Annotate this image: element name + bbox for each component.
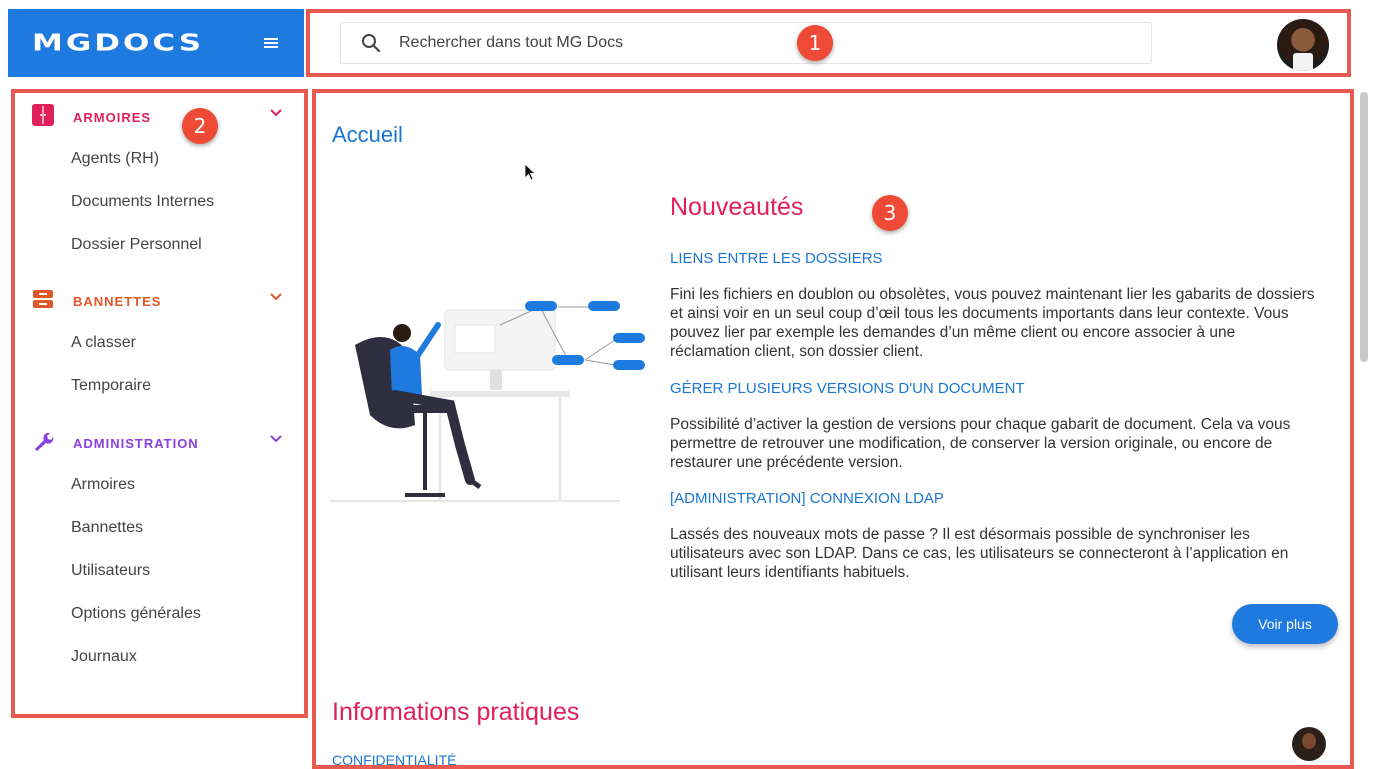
sidebar-item-utilisateurs[interactable]: Utilisateurs (12, 549, 306, 592)
news-item-text: Lassés des nouveaux mots de passe ? Il e… (670, 525, 1346, 582)
news-line: permettre de retrouver une modification,… (670, 435, 1273, 452)
news-item-title[interactable]: LIENS ENTRE LES DOSSIERS (670, 250, 1346, 267)
illustration-person-at-desk (330, 301, 645, 502)
sidebar-section-bannettes[interactable]: BANNETTES (12, 281, 306, 321)
sidebar-section-administration[interactable]: ADMINISTRATION (12, 423, 306, 463)
sidebar-section-armoires[interactable]: ARMOIRES (12, 97, 306, 137)
sidebar-item-documents-internes[interactable]: Documents Internes (12, 180, 306, 223)
annotation-badge-1: 1 (797, 25, 833, 61)
news-item-title[interactable]: [ADMINISTRATION] CONNEXION LDAP (670, 490, 1346, 507)
chevron-down-icon[interactable] (270, 293, 282, 301)
chevron-down-icon[interactable] (270, 435, 282, 443)
sidebar-item-temporaire[interactable]: Temporaire (12, 364, 306, 407)
page-title: Accueil (332, 122, 403, 147)
annotation-badge-2: 2 (182, 108, 218, 144)
news-line: Fini les fichiers en doublon ou obsolète… (670, 286, 1315, 303)
cabinet-icon (32, 104, 54, 126)
sidebar-item-dossier-personnel[interactable]: Dossier Personnel (12, 223, 306, 266)
news-line: restaurer une précédente version. (670, 454, 903, 471)
sidebar-item-journaux[interactable]: Journaux (12, 635, 306, 678)
news-item: GÉRER PLUSIEURS VERSIONS D'UN DOCUMENT P… (670, 380, 1346, 472)
news-line: Possibilité d’activer la gestion de vers… (670, 416, 1291, 433)
sidebar-item-a-classer[interactable]: A classer (12, 321, 306, 364)
chat-avatar-button[interactable] (1292, 727, 1326, 761)
annotation-badge-3: 3 (872, 195, 908, 231)
sidebar-item-armoires[interactable]: Armoires (12, 463, 306, 506)
news-item-text: Fini les fichiers en doublon ou obsolète… (670, 285, 1346, 361)
sidebar-section-label: ADMINISTRATION (73, 435, 199, 451)
news-line: et ainsi voir en un seul coup d’œil tous… (670, 305, 1289, 322)
brand-bar: MGDOCS (8, 9, 304, 77)
hamburger-icon[interactable] (264, 34, 278, 52)
news-item: LIENS ENTRE LES DOSSIERS Fini les fichie… (670, 250, 1346, 361)
search-box[interactable] (340, 22, 1152, 64)
news-line: utilisant leurs identifiants habituels. (670, 564, 910, 581)
news-item-title[interactable]: GÉRER PLUSIEURS VERSIONS D'UN DOCUMENT (670, 380, 1346, 397)
search-icon (362, 34, 381, 53)
news-line: pouvez lier par exemple les demandes d’u… (670, 324, 1236, 341)
news-line: Lassés des nouveaux mots de passe ? Il e… (670, 526, 1250, 543)
confidentialite-link[interactable]: CONFIDENTIALITÉ (332, 752, 456, 768)
sidebar-section-label: BANNETTES (73, 293, 162, 309)
news-line: réclamation client, son dossier client. (670, 343, 924, 360)
user-avatar[interactable] (1277, 19, 1329, 71)
search-input[interactable] (399, 34, 1099, 52)
sidebar-item-options-generales[interactable]: Options générales (12, 592, 306, 635)
news-item-text: Possibilité d’activer la gestion de vers… (670, 415, 1346, 472)
news-line: utilisateurs avec son LDAP. Dans ce cas,… (670, 545, 1289, 562)
sidebar-item-bannettes[interactable]: Bannettes (12, 506, 306, 549)
mgdocs-logo[interactable]: MGDOCS (32, 30, 204, 57)
tray-icon (33, 290, 53, 308)
info-section-title: Informations pratiques (332, 698, 580, 726)
mouse-cursor-icon (524, 163, 536, 181)
news-title: Nouveautés (670, 193, 804, 221)
chevron-down-icon[interactable] (270, 109, 282, 117)
sidebar-item-agents-rh[interactable]: Agents (RH) (12, 137, 306, 180)
news-item: [ADMINISTRATION] CONNEXION LDAP Lassés d… (670, 490, 1346, 582)
main-content: Accueil Nouveautés LIENS ENTRE LES DOSSI… (312, 90, 1352, 769)
wrench-icon (35, 432, 54, 451)
sidebar-section-label: ARMOIRES (73, 109, 152, 125)
sidebar: ARMOIRES Agents (RH) Documents Internes … (12, 91, 306, 716)
voir-plus-button[interactable]: Voir plus (1232, 604, 1338, 644)
scrollbar[interactable] (1360, 92, 1368, 362)
